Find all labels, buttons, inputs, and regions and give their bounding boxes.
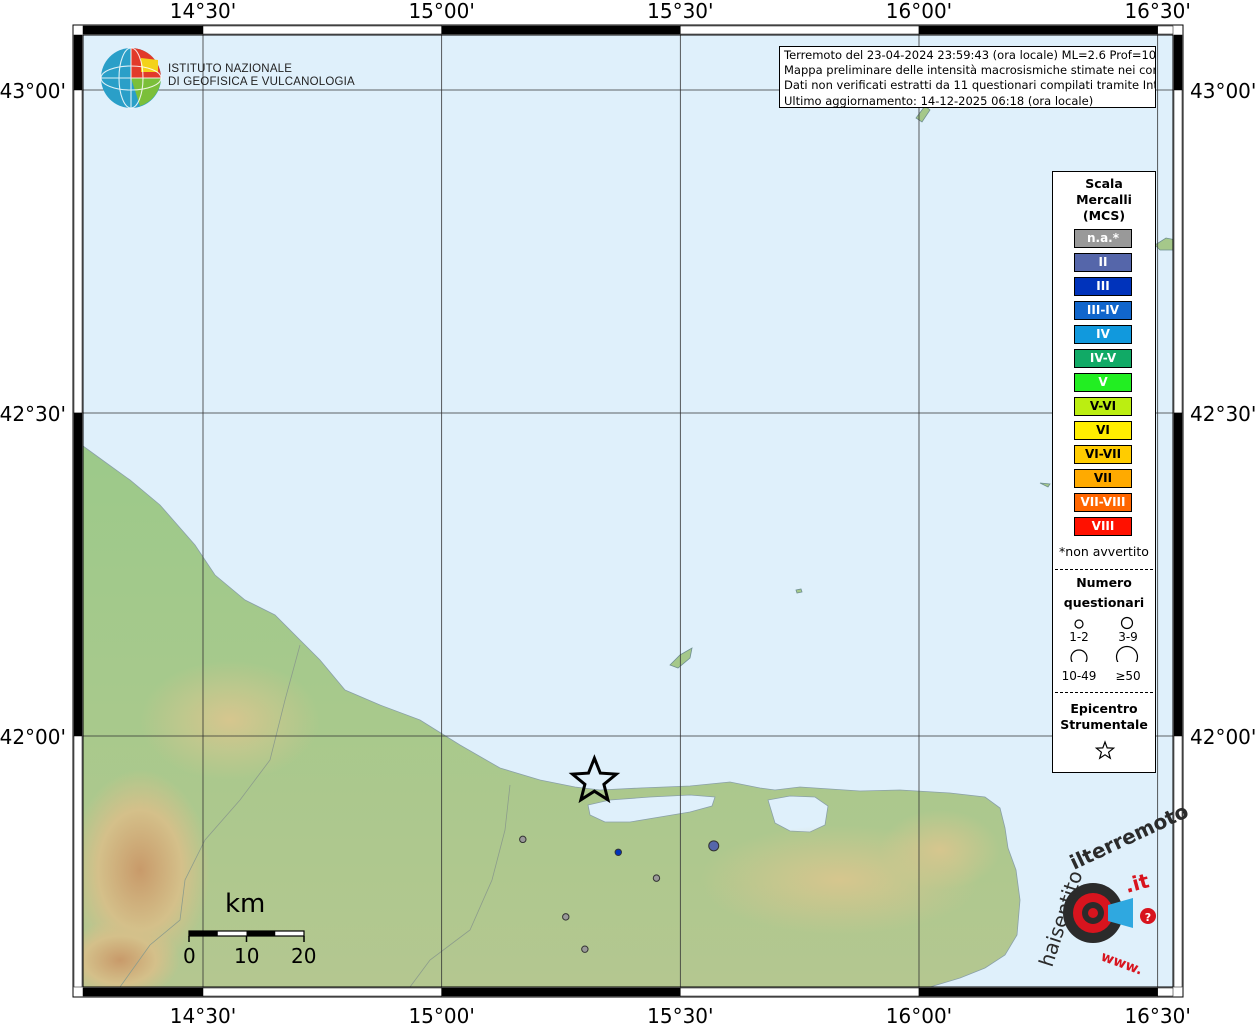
lat-label-left-2: 42°00' <box>0 725 66 749</box>
ingv-logo-text: ISTITUTO NAZIONALE DI GEOFISICA E VULCAN… <box>168 63 355 89</box>
size-circle-50 <box>1115 645 1139 662</box>
scale-tick-0: 0 <box>183 944 196 968</box>
svg-text:?: ? <box>1145 911 1151 924</box>
size-label-3-9: 3-9 <box>1118 630 1138 644</box>
lon-label-bottom-1: 15°00' <box>408 1004 474 1024</box>
lat-label-left-1: 42°30' <box>0 402 66 426</box>
relief-inland <box>140 660 320 780</box>
legend-title-1: Scala <box>1085 176 1123 191</box>
lat-label-left-0: 43°00' <box>0 79 66 103</box>
legend-swatch-iii-iv: III-IV <box>1074 301 1132 320</box>
legend-swatch-ii: II <box>1074 253 1132 272</box>
size-circle-1-2 <box>1074 619 1084 629</box>
legend-swatch-n-a-: n.a.* <box>1074 229 1132 248</box>
lon-label-top-3: 16°00' <box>886 0 952 23</box>
legend-swatch-vii: VII <box>1074 469 1132 488</box>
legend-title-2: Mercalli <box>1076 192 1132 207</box>
legend-swatch-iv-v: IV-V <box>1074 349 1132 368</box>
scale-unit-label: km <box>225 889 266 919</box>
event-info-line4: Ultimo aggiornamento: 14-12-2025 06:18 (… <box>784 93 1094 108</box>
size-circle-3-9 <box>1120 616 1134 630</box>
observation-point-0 <box>519 835 527 844</box>
event-info-line1: Terremoto del 23-04-2024 23:59:43 (ora l… <box>784 48 1156 62</box>
legend-swatch-vi: VI <box>1074 421 1132 440</box>
legend-epi-title-2: Strumentale <box>1060 717 1148 732</box>
scale-tick-10: 10 <box>234 944 260 968</box>
lon-label-bottom-4: 16°30' <box>1124 1004 1190 1024</box>
legend-epi-title-1: Epicentro <box>1070 701 1138 716</box>
relief-gargano-east <box>880 810 1000 890</box>
lon-label-bottom-3: 16°00' <box>886 1004 952 1024</box>
event-info-line2: Mappa preliminare delle intensità macros… <box>784 63 1156 78</box>
legend-divider-2 <box>1055 692 1153 693</box>
ingv-globe-icon <box>100 47 162 109</box>
legend-divider-1 <box>1055 569 1153 570</box>
legend-count-title-2: questionari <box>1063 595 1145 610</box>
observation-point-4 <box>562 913 570 921</box>
scale-tick-20: 20 <box>291 944 317 968</box>
legend-note: *non avvertito <box>1059 544 1149 559</box>
lat-label-right-0: 43°00' <box>1190 79 1256 103</box>
size-label-10-49: 10-49 <box>1061 669 1097 683</box>
lon-label-top-2: 15°30' <box>647 0 713 23</box>
legend-star-icon <box>1094 740 1116 760</box>
legend-swatch-iii: III <box>1074 277 1132 296</box>
lon-label-top-4: 16°30' <box>1124 0 1190 23</box>
ingv-logo-line2: DI GEOFISICA E VULCANOLOGIA <box>168 76 355 88</box>
event-info-box: Terremoto del 23-04-2024 23:59:43 (ora l… <box>779 46 1156 108</box>
legend-title-3: (MCS) <box>1082 208 1126 223</box>
lat-label-right-2: 42°00' <box>1190 725 1256 749</box>
lon-label-bottom-2: 15°30' <box>647 1004 713 1024</box>
island-pianosa <box>795 588 803 594</box>
lat-label-right-1: 42°30' <box>1190 402 1256 426</box>
legend-swatch-vii-viii: VII-VIII <box>1074 493 1132 512</box>
ingv-logo-line1: ISTITUTO NAZIONALE <box>168 63 293 75</box>
observation-point-3 <box>652 874 661 882</box>
legend-count-title-1: Numero <box>1076 575 1132 590</box>
legend-swatch-iv: IV <box>1074 325 1132 344</box>
legend-swatch-vi-vii: VI-VII <box>1074 445 1132 464</box>
observation-point-2 <box>708 840 720 852</box>
observation-point-5 <box>581 945 589 953</box>
lon-label-bottom-0: 14°30' <box>170 1004 236 1024</box>
lon-label-top-0: 14°30' <box>170 0 236 23</box>
legend-swatch-v: V <box>1074 373 1132 392</box>
legend-swatch-viii: VIII <box>1074 517 1132 536</box>
size-circle-10-49 <box>1070 649 1088 662</box>
legend: Scala Mercalli (MCS) n.a.* II III III-IV IV I… <box>1052 171 1156 773</box>
size-label-1-2: 1-2 <box>1069 630 1089 644</box>
legend-swatch-v-vi: V-VI <box>1074 397 1132 416</box>
event-info-line3: Dati non verificati estratti da 11 quest… <box>784 78 1156 93</box>
size-label-50: ≥50 <box>1115 669 1141 683</box>
observation-point-1 <box>614 848 622 856</box>
lon-label-top-1: 15°00' <box>408 0 474 23</box>
